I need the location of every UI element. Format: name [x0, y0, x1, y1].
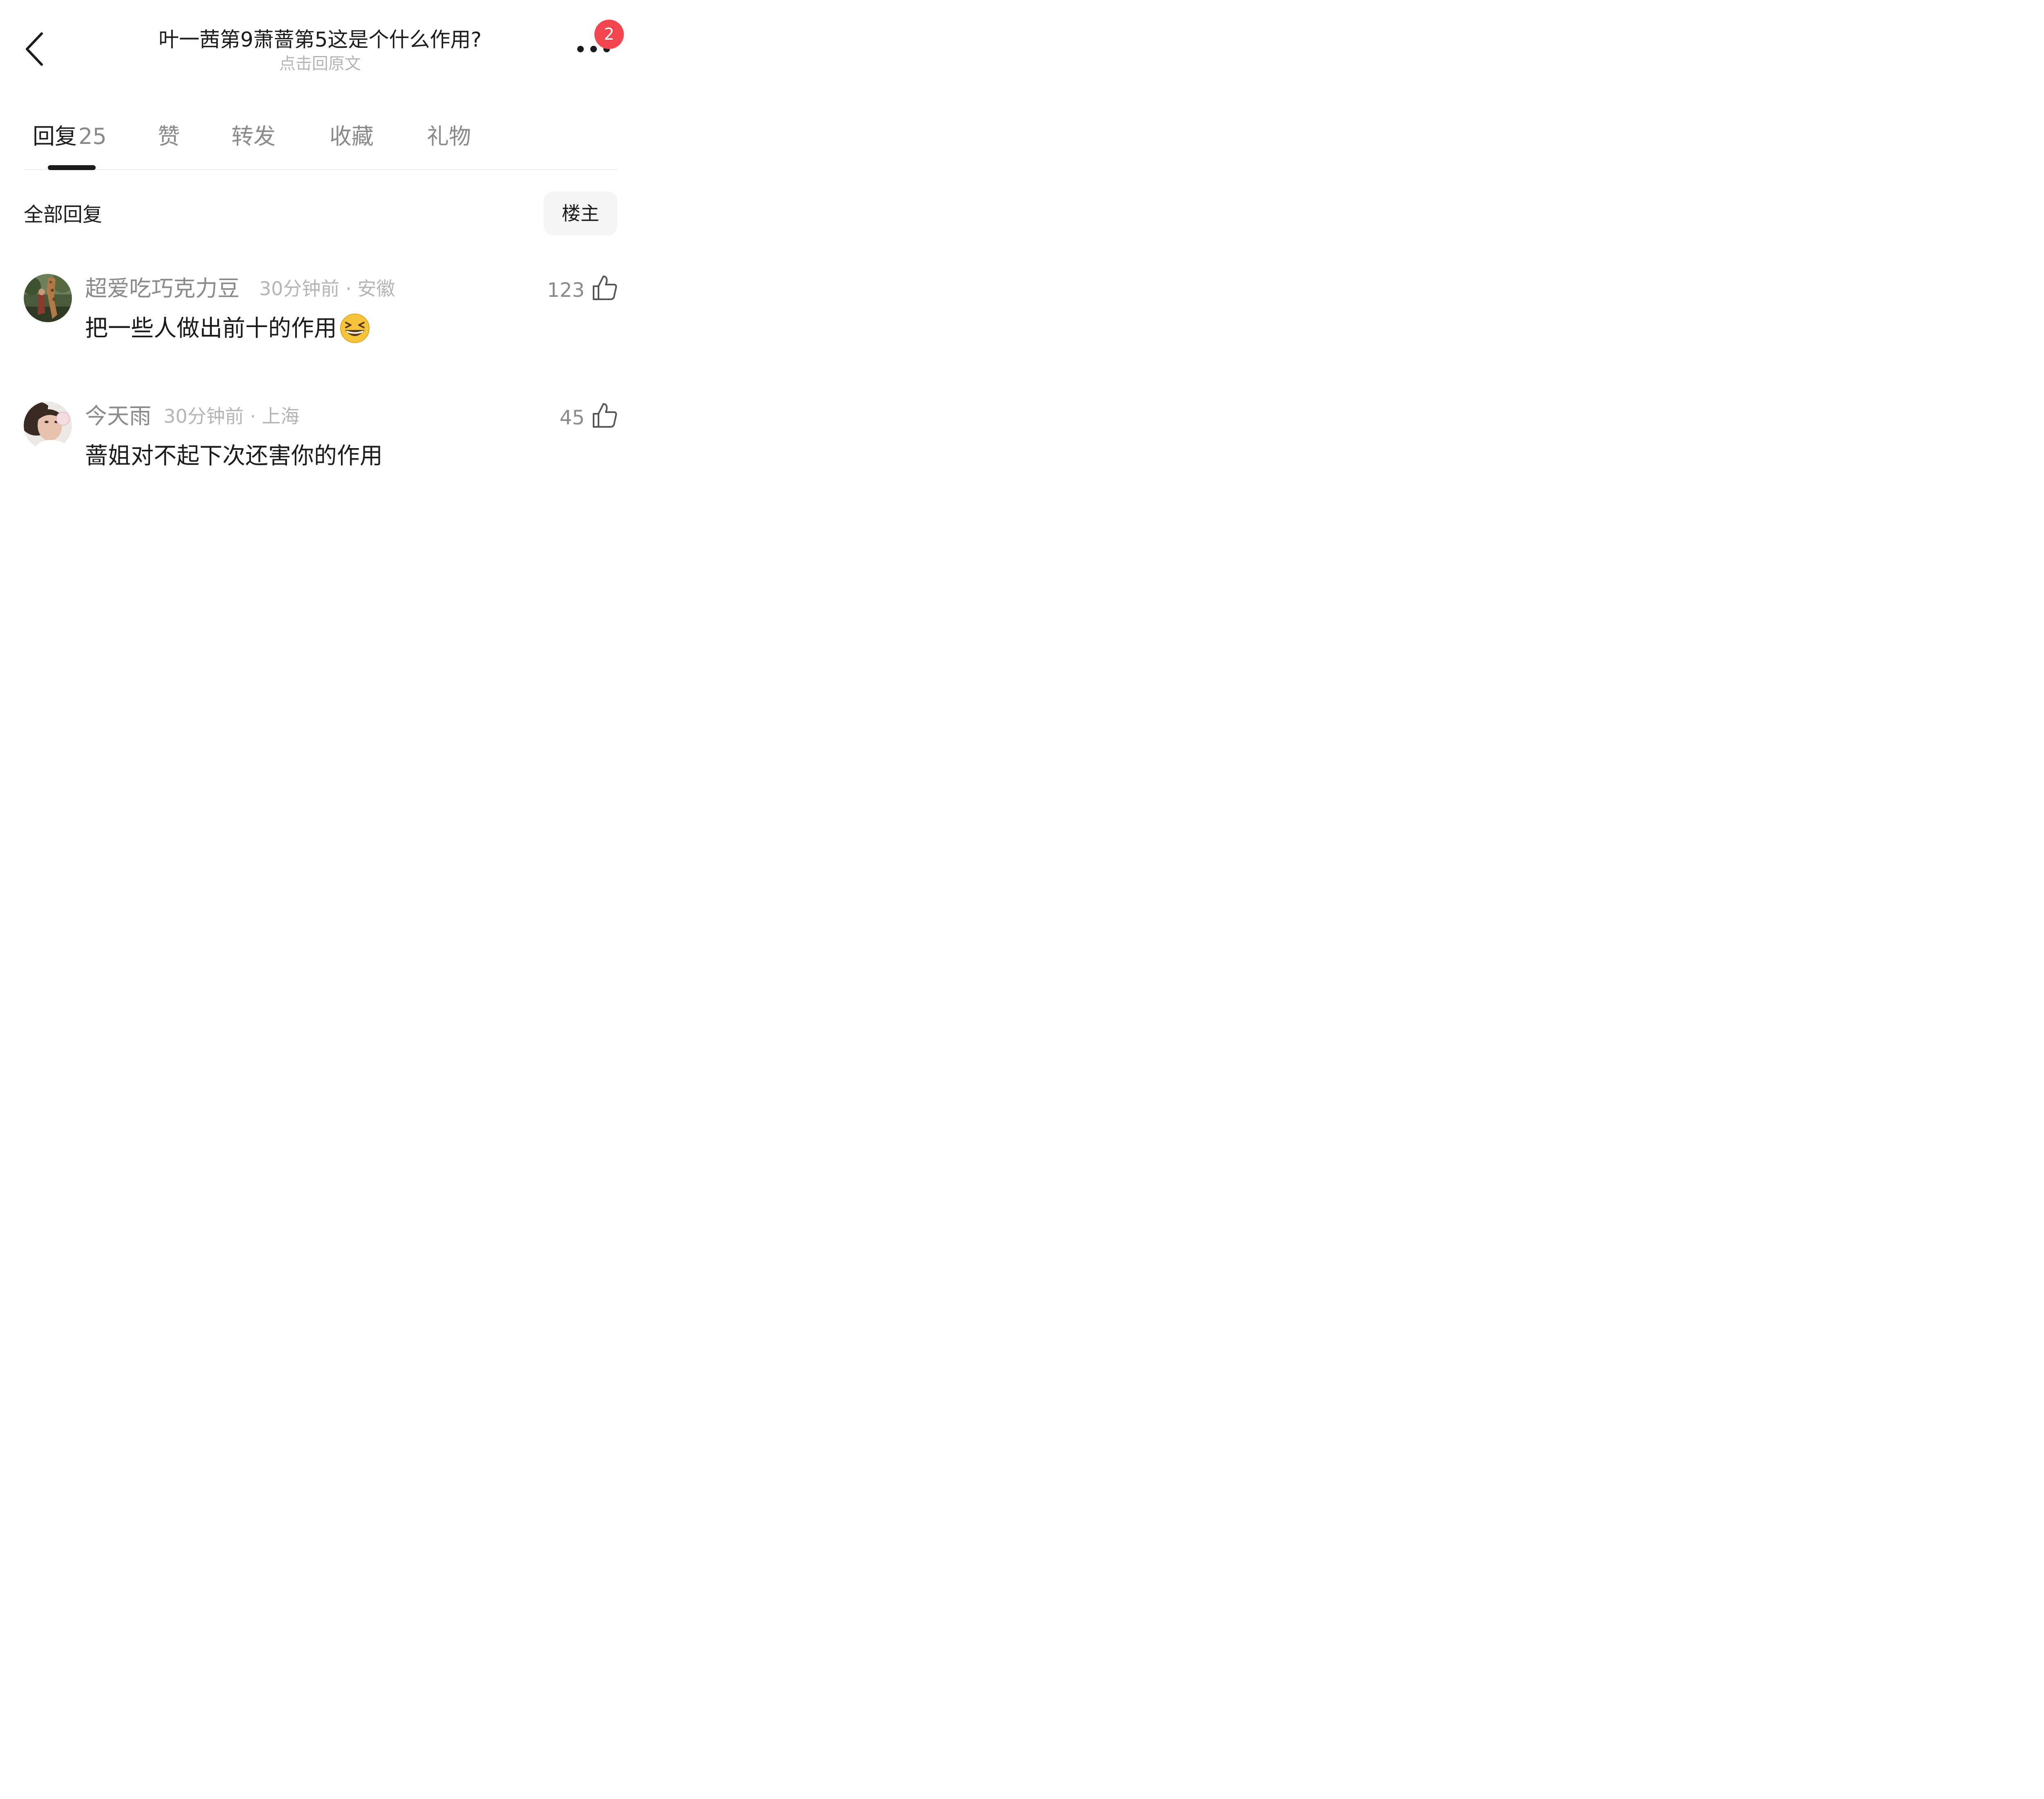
- like-count: 45: [559, 406, 585, 429]
- like-count: 123: [547, 279, 585, 302]
- comment-meta: 30分钟前 · 上海: [164, 405, 300, 427]
- op-only-filter-button[interactable]: 楼主: [544, 191, 617, 236]
- comment-text: 把一些人做出前十的作用: [85, 312, 370, 345]
- like-button[interactable]: [591, 402, 618, 428]
- tab-divider: [24, 169, 617, 170]
- comment-username[interactable]: 今天雨: [85, 402, 151, 431]
- tab-replies-count: 25: [78, 123, 107, 149]
- avatar-image: [24, 274, 72, 322]
- laughing-squint-emoji-icon: [339, 313, 370, 344]
- tab-replies[interactable]: 回复25: [33, 120, 107, 153]
- tab-gifts[interactable]: 礼物: [427, 120, 471, 153]
- tab-replies-label: 回复: [33, 123, 77, 149]
- tab-likes[interactable]: 赞: [158, 120, 180, 153]
- section-title: 全部回复: [24, 203, 103, 226]
- thumbs-up-icon: [593, 276, 617, 300]
- tab-reposts[interactable]: 转发: [231, 120, 276, 153]
- comment-meta: 30分钟前 · 安徽: [259, 278, 395, 300]
- post-title: 叶一茜第9萧蔷第5这是个什么作用?: [158, 28, 482, 52]
- avatar[interactable]: [24, 274, 72, 322]
- like-button[interactable]: [591, 274, 618, 301]
- comment-text: 蔷姐对不起下次还害你的作用: [85, 443, 383, 469]
- avatar-image: [24, 402, 72, 450]
- comment-username[interactable]: 超爱吃巧克力豆: [85, 274, 240, 303]
- active-tab-indicator: [48, 165, 96, 170]
- thumbs-up-icon: [593, 403, 617, 428]
- comment-text-content: 把一些人做出前十的作用: [85, 315, 337, 342]
- tab-favorites[interactable]: 收藏: [329, 120, 374, 153]
- back-to-original-link[interactable]: 点击回原文: [90, 52, 550, 75]
- back-button[interactable]: [20, 25, 53, 74]
- avatar[interactable]: [24, 402, 72, 450]
- chevron-left-icon: [26, 32, 43, 66]
- notification-badge: 2: [594, 20, 624, 49]
